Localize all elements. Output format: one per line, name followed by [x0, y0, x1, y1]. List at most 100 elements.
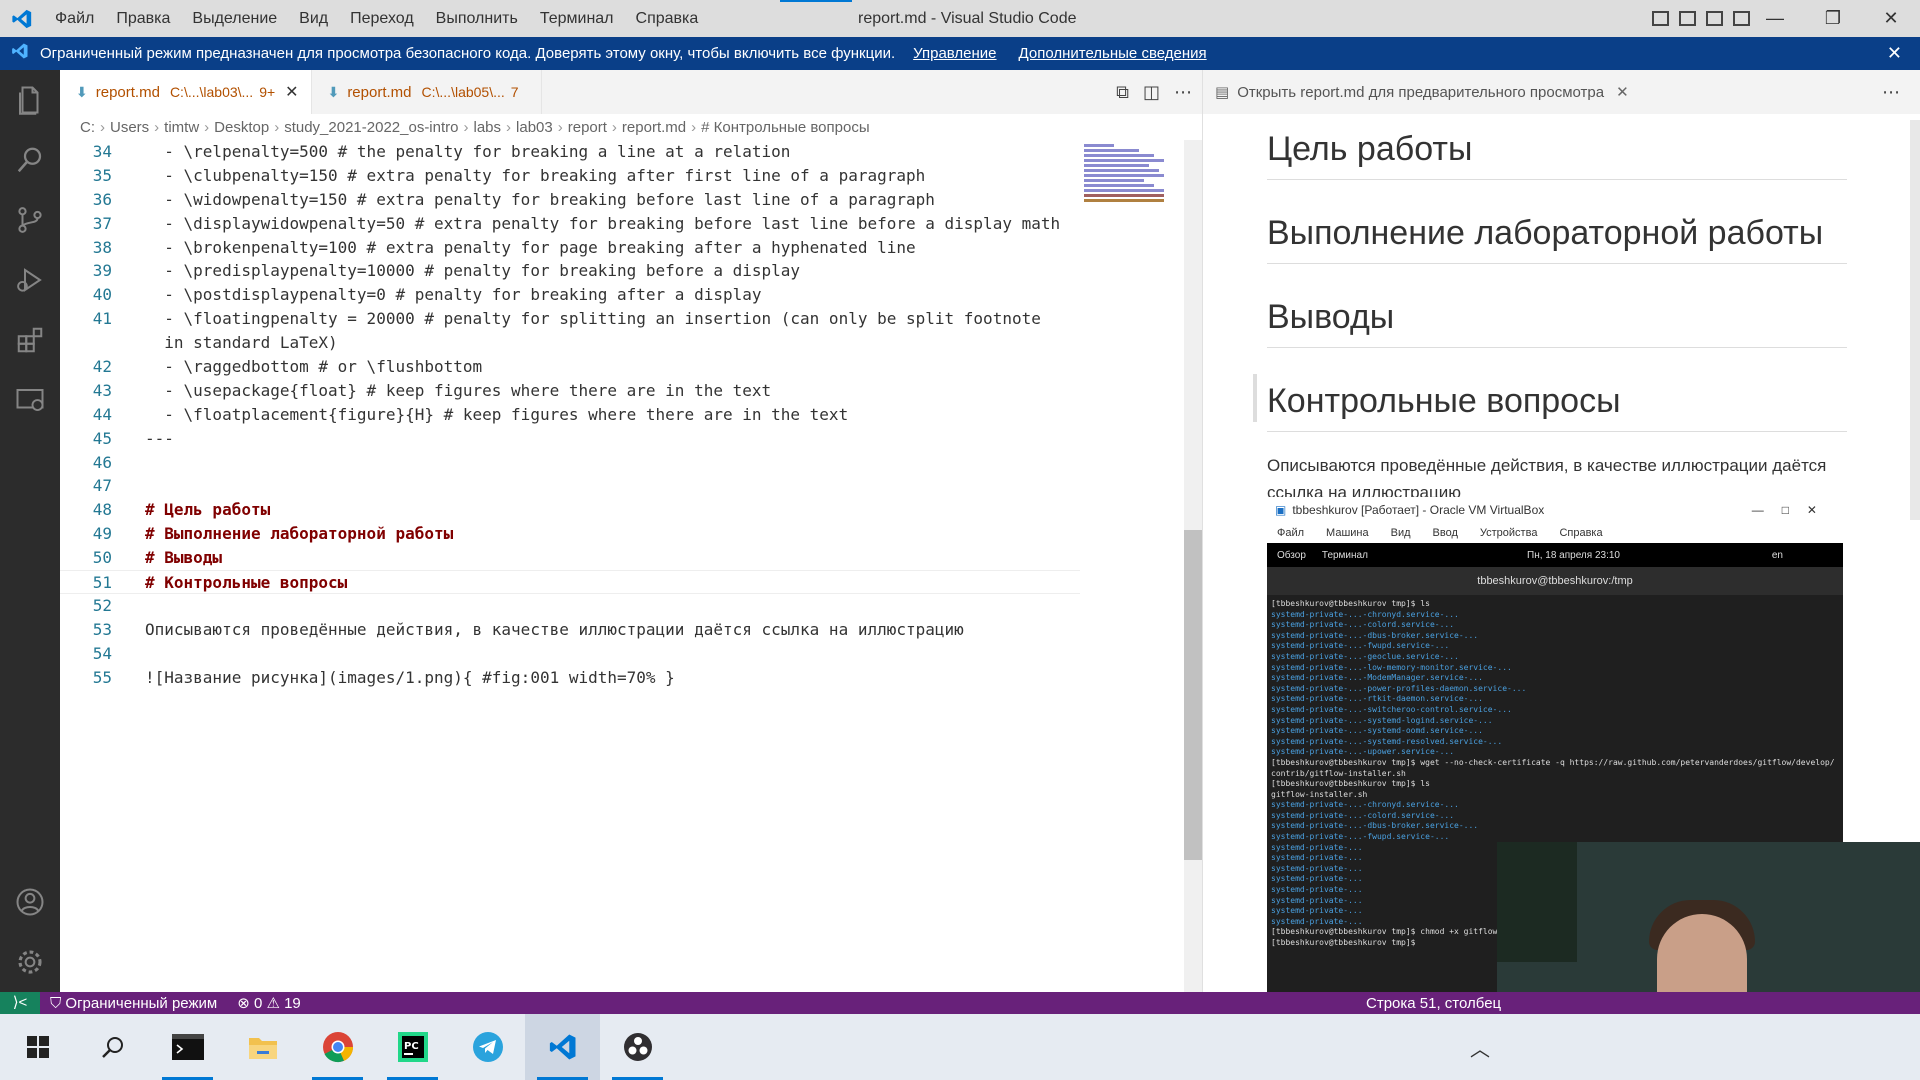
code-line[interactable]: 43 - \usepackage{float} # keep figures w…	[60, 379, 1080, 403]
code-line[interactable]: 37 - \displaywidowpenalty=50 # extra pen…	[60, 212, 1080, 236]
close-banner-icon[interactable]: ✕	[1887, 43, 1902, 64]
code-line[interactable]: 47	[60, 474, 1080, 498]
restore-button[interactable]: ❐	[1804, 0, 1862, 37]
code-line[interactable]: 55 ![Название рисунка](images/1.png){ #fi…	[60, 666, 1080, 690]
chevron-up-icon[interactable]: ︿	[1470, 1033, 1490, 1062]
toggle-secondary-sidebar-icon[interactable]	[1706, 11, 1723, 26]
preview-tab-label: Открыть report.md для предварительного п…	[1237, 83, 1605, 101]
cursor-position[interactable]: Строка 51, столбец	[1366, 995, 1501, 1012]
remote-explorer-icon[interactable]	[0, 370, 60, 430]
minimize-button[interactable]: —	[1746, 0, 1804, 37]
extensions-icon[interactable]	[0, 310, 60, 370]
breadcrumb-item[interactable]: report	[568, 119, 607, 136]
breadcrumb-item[interactable]: lab03	[516, 119, 553, 136]
virtualbox-icon: ▣	[1275, 503, 1287, 517]
code-line[interactable]: 42 - \raggedbottom # or \flushbottom	[60, 355, 1080, 379]
obs-icon[interactable]	[600, 1014, 675, 1080]
code-line[interactable]: 36 - \widowpenalty=150 # extra penalty f…	[60, 188, 1080, 212]
more-actions-icon[interactable]: ⋯	[1882, 82, 1900, 103]
line-number: 45	[92, 428, 112, 448]
tab-report-lab03[interactable]: ⬇ report.md C:\...\lab03\... 9+ ✕	[60, 70, 312, 114]
search-taskbar-icon[interactable]	[75, 1014, 150, 1080]
code-line[interactable]: 46	[60, 451, 1080, 475]
telegram-icon[interactable]	[450, 1014, 525, 1080]
breadcrumb-item[interactable]: report.md	[622, 119, 686, 136]
breadcrumb-item[interactable]: Users	[110, 119, 149, 136]
pycharm-icon[interactable]: PC	[375, 1014, 450, 1080]
code-line[interactable]: 54	[60, 642, 1080, 666]
code-line[interactable]: 44 - \floatplacement{figure}{H} # keep f…	[60, 403, 1080, 427]
code-editor[interactable]: 34 - \relpenalty=500 # the penalty for b…	[60, 140, 1080, 992]
toggle-sidebar-icon[interactable]	[1652, 11, 1669, 26]
breadcrumb-item[interactable]: C:	[80, 119, 95, 136]
code-line[interactable]: 41 - \floatingpenalty = 20000 # penalty …	[60, 307, 1080, 331]
file-explorer-icon[interactable]	[225, 1014, 300, 1080]
chrome-icon[interactable]	[300, 1014, 375, 1080]
menu-item[interactable]: Правка	[105, 0, 181, 37]
line-number: 51	[92, 573, 112, 593]
line-number: 36	[92, 189, 112, 209]
breadcrumb-item[interactable]: labs	[474, 119, 502, 136]
learn-more-link[interactable]: Дополнительные сведения	[1019, 45, 1207, 62]
code-line[interactable]: 50 # Выводы	[60, 546, 1080, 570]
close-button[interactable]: ✕	[1862, 0, 1920, 37]
search-icon[interactable]	[0, 130, 60, 190]
menu-item[interactable]: Справка	[625, 0, 710, 37]
toggle-panel-icon[interactable]	[1679, 11, 1696, 26]
explorer-icon[interactable]	[0, 70, 60, 130]
more-actions-icon[interactable]: ⋯	[1174, 82, 1192, 103]
breadcrumb-item[interactable]: study_2021-2022_os-intro	[284, 119, 458, 136]
code-line[interactable]: 38 - \brokenpenalty=100 # extra penalty …	[60, 236, 1080, 260]
menu-item[interactable]: Вид	[288, 0, 339, 37]
problems-status[interactable]: ⊗ 0 ⚠ 19	[227, 994, 311, 1012]
open-preview-icon[interactable]: ⧉	[1116, 82, 1129, 103]
terminal-line: systemd-private-...-dbus-broker.service-…	[1271, 821, 1479, 831]
code-line[interactable]: 39 - \predisplaypenalty=10000 # penalty …	[60, 259, 1080, 283]
vscode-banner-icon	[0, 42, 40, 65]
split-editor-icon[interactable]: ◫	[1143, 82, 1160, 103]
menu-item[interactable]: Переход	[339, 0, 425, 37]
minimap[interactable]	[1084, 142, 1184, 262]
manage-link[interactable]: Управление	[913, 45, 996, 62]
code-line[interactable]: 34 - \relpenalty=500 # the penalty for b…	[60, 140, 1080, 164]
source-control-icon[interactable]	[0, 190, 60, 250]
vm-menu-item: Справка	[1559, 527, 1603, 539]
errors-count: ⊗ 0	[237, 995, 263, 1012]
menu-item[interactable]: Выделение	[181, 0, 288, 37]
restricted-mode-status[interactable]: ⛉ Ограниченный режим	[40, 995, 227, 1012]
code-line[interactable]: 35 - \clubpenalty=150 # extra penalty fo…	[60, 164, 1080, 188]
code-line[interactable]: 53 Описываются проведённые действия, в ка…	[60, 618, 1080, 642]
terminal-line: systemd-private-...-chronyd.service-...	[1271, 800, 1459, 810]
terminal-app-icon[interactable]	[150, 1014, 225, 1080]
code-line[interactable]: 40 - \postdisplaypenalty=0 # penalty for…	[60, 283, 1080, 307]
code-line[interactable]: 45 ---	[60, 427, 1080, 451]
settings-gear-icon[interactable]	[0, 932, 60, 992]
remote-indicator-icon[interactable]: ⟩<	[0, 992, 40, 1014]
menu-item[interactable]: Выполнить	[425, 0, 529, 37]
close-preview-icon[interactable]: ✕	[1616, 83, 1629, 101]
line-number: 46	[92, 452, 112, 472]
accounts-icon[interactable]	[0, 872, 60, 932]
code-line[interactable]: 51 # Контрольные вопросы	[60, 570, 1080, 594]
breadcrumb-item[interactable]: timtw	[164, 119, 199, 136]
tab-report-lab05[interactable]: ⬇ report.md C:\...\lab05\... 7	[312, 70, 542, 114]
lang-indicator: en	[1771, 549, 1783, 561]
menu-item[interactable]: Терминал	[529, 0, 625, 37]
code-line[interactable]: 49 # Выполнение лабораторной работы	[60, 522, 1080, 546]
vscode-taskbar-icon[interactable]	[525, 1014, 600, 1080]
breadcrumb-item[interactable]: # Контрольные вопросы	[701, 119, 869, 136]
preview-tab[interactable]: ▤ Открыть report.md для предварительного…	[1203, 70, 1920, 114]
start-button[interactable]	[0, 1014, 75, 1080]
menu-item[interactable]: Файл	[44, 0, 105, 37]
editor-scrollbar[interactable]	[1184, 140, 1202, 992]
vm-window-controls: —□✕	[1751, 503, 1835, 517]
breadcrumb-item[interactable]: Desktop	[214, 119, 269, 136]
scrollbar-thumb[interactable]	[1184, 530, 1202, 860]
code-line[interactable]: 48 # Цель работы	[60, 498, 1080, 522]
code-line[interactable]: 52	[60, 594, 1080, 618]
close-tab-icon[interactable]: ✕	[285, 82, 298, 102]
layout-controls	[1652, 0, 1750, 37]
code-line[interactable]: in standard LaTeX)	[60, 331, 1080, 355]
preview-scrollbar[interactable]	[1910, 120, 1920, 520]
run-debug-icon[interactable]	[0, 250, 60, 310]
